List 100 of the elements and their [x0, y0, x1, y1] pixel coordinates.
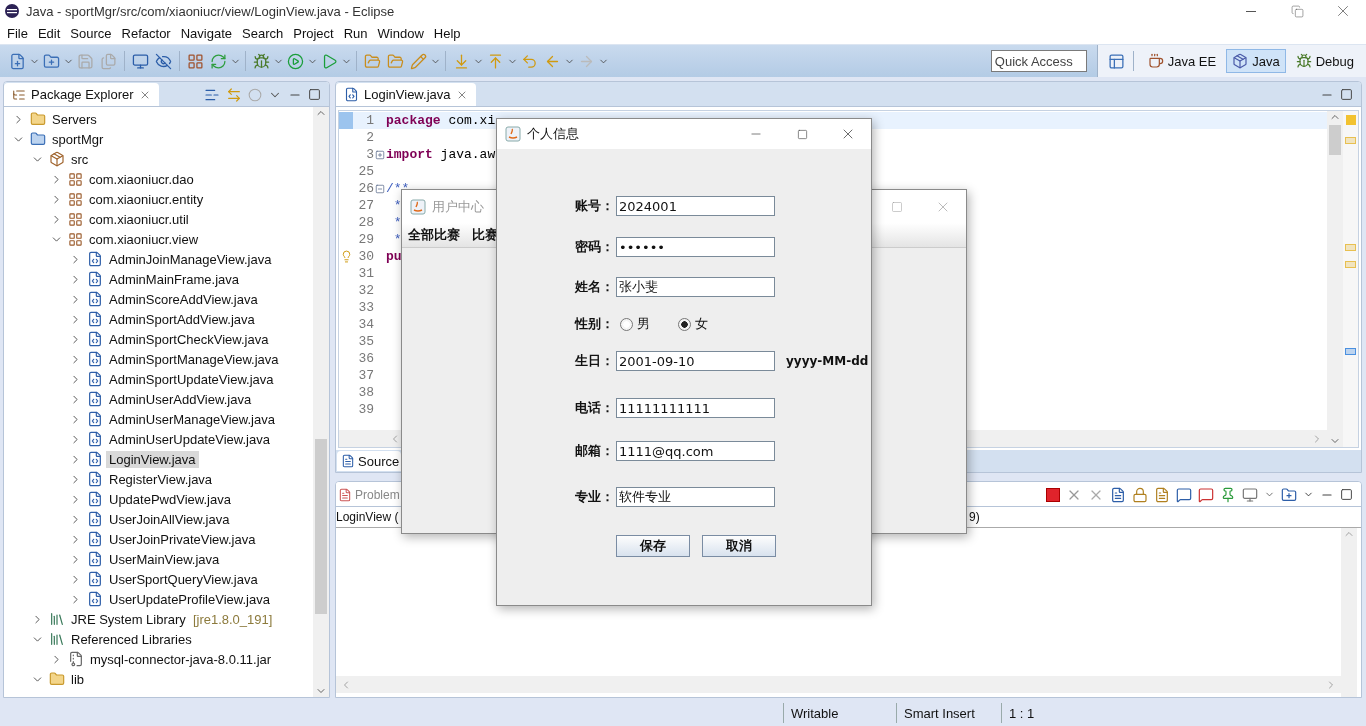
menu-item[interactable]: Search — [237, 25, 289, 41]
tree-item[interactable]: UpdatePwdView.java — [106, 490, 234, 508]
perspective-button[interactable]: Debug — [1289, 49, 1360, 73]
tree-item[interactable]: AdminScoreAddView.java — [106, 290, 261, 308]
tree-item[interactable]: com.xiaoniucr.entity — [86, 190, 207, 208]
text-field[interactable]: 张小斐 — [616, 277, 775, 297]
scrollbar-thumb[interactable] — [315, 439, 327, 614]
radio-icon[interactable] — [620, 317, 633, 331]
collapse-icon[interactable] — [375, 183, 385, 194]
tree-item[interactable]: UserJoinAllView.java — [106, 510, 233, 528]
stop-icon[interactable] — [1046, 487, 1060, 502]
dialog-button[interactable]: 保存 — [616, 535, 690, 557]
code-comment: * — [392, 232, 402, 247]
books-icon — [49, 631, 65, 647]
field-label: 密码： — [574, 238, 614, 256]
maximize-icon[interactable] — [308, 88, 321, 101]
tree-item[interactable]: UserSportQueryView.java — [106, 570, 261, 588]
grid-icon — [68, 171, 83, 187]
tree-item[interactable]: AdminSportUpdateView.java — [106, 370, 277, 388]
tree-item[interactable]: AdminUserManageView.java — [106, 410, 278, 428]
code-file-icon — [87, 391, 103, 407]
menu-item[interactable]: Project — [288, 25, 339, 41]
document-icon[interactable] — [1110, 486, 1126, 503]
menu-item[interactable]: 全部比赛 — [408, 226, 460, 244]
pin-icon[interactable] — [1220, 486, 1236, 503]
menu-item[interactable]: Navigate — [175, 25, 237, 41]
menu-item[interactable]: 比赛 — [472, 226, 498, 244]
code-comment: * — [392, 198, 402, 213]
text-field[interactable]: 1111@qq.com — [616, 441, 775, 461]
maximize-icon[interactable] — [1340, 488, 1353, 501]
tree-item[interactable]: AdminSportCheckView.java — [106, 330, 272, 348]
code-file-icon — [87, 431, 103, 447]
window-title: 用户中心 — [432, 197, 484, 216]
tree-item[interactable]: lib — [68, 670, 87, 688]
text-field[interactable]: 软件专业 — [616, 487, 775, 507]
tree-item[interactable]: AdminSportAddView.java — [106, 310, 258, 328]
editor-tab[interactable]: LoginView.java — [336, 83, 476, 106]
menu-item[interactable]: File — [2, 25, 33, 41]
radio-option[interactable]: 男 — [620, 315, 650, 333]
text-field[interactable]: 2001-09-10 — [616, 351, 775, 371]
tree-item[interactable]: src — [68, 150, 92, 168]
maximize-icon — [891, 200, 903, 213]
tree-item[interactable]: UserMainView.java — [106, 550, 223, 568]
run-icon — [287, 52, 304, 70]
window-title: Java - sportMgr/src/com/xiaoniucr/view/LoginView.java - Eclipse — [26, 3, 396, 19]
tree-item[interactable]: Servers — [49, 110, 100, 128]
text-field[interactable]: 2024001 — [616, 196, 775, 216]
dialog-button[interactable]: 取消 — [702, 535, 776, 557]
menu-item[interactable]: Run — [338, 25, 373, 41]
new-window-icon[interactable] — [1281, 486, 1297, 503]
maximize-icon[interactable] — [1340, 88, 1353, 101]
filter-icon[interactable] — [248, 87, 262, 102]
view-tab[interactable]: Problem — [336, 483, 400, 506]
tree-item[interactable]: AdminUserUpdateView.java — [106, 430, 273, 448]
code-file-icon — [87, 451, 103, 467]
text-field[interactable]: 11111111111 — [616, 398, 775, 418]
tree-item[interactable]: com.xiaoniucr.util — [86, 210, 192, 228]
status-field: Smart Insert — [896, 703, 1001, 723]
open-perspective-icon[interactable] — [1107, 52, 1125, 70]
tab-label: Problem — [355, 487, 400, 502]
tree-item[interactable]: LoginView.java — [106, 450, 199, 468]
tree-item[interactable]: JRE System Library — [68, 610, 189, 628]
tree-item[interactable]: AdminJoinManageView.java — [106, 250, 275, 268]
tree-item[interactable]: sportMgr — [49, 130, 107, 148]
monitor-icon[interactable] — [1242, 486, 1258, 503]
project-folder-icon — [30, 131, 46, 147]
tree-item[interactable]: Referenced Libraries — [68, 630, 195, 648]
tree-item[interactable]: UserUpdateProfileView.java — [106, 590, 273, 608]
editor-bottom-tab[interactable]: Source — [337, 451, 402, 471]
radio-option[interactable]: 女 — [678, 315, 708, 333]
expand-icon[interactable] — [375, 149, 385, 160]
lock-icon[interactable] — [1132, 486, 1148, 503]
tree-item[interactable]: AdminSportManageView.java — [106, 350, 282, 368]
perspective-button[interactable]: Java — [1226, 49, 1286, 73]
tree-item[interactable]: AdminUserAddView.java — [106, 390, 255, 408]
java-icon — [505, 126, 521, 142]
line-number: 37 — [357, 368, 374, 383]
eye-off-icon — [155, 52, 172, 70]
quick-access-field[interactable]: Quick Access — [990, 50, 1087, 72]
link-icon[interactable] — [226, 86, 242, 103]
scrollbar-thumb[interactable] — [1329, 125, 1341, 155]
tree-item[interactable]: AdminMainFrame.java — [106, 270, 243, 288]
tree-item[interactable]: RegisterView.java — [106, 470, 216, 488]
menu-item[interactable]: Source — [65, 25, 117, 41]
perspective-button[interactable]: Java EE — [1141, 49, 1223, 73]
view-tab[interactable]: Package Explorer — [4, 83, 159, 106]
message-icon[interactable] — [1176, 486, 1192, 503]
menu-item[interactable]: Window — [372, 25, 429, 41]
menu-item[interactable]: Edit — [32, 25, 66, 41]
tree-item[interactable]: com.xiaoniucr.view — [86, 230, 202, 248]
text-field[interactable]: •••••• — [616, 237, 775, 257]
code-file-icon — [87, 311, 103, 327]
tree-item[interactable]: UserJoinPrivateView.java — [106, 530, 259, 548]
tree-item[interactable]: mysql-connector-java-8.0.11.jar — [87, 650, 275, 668]
document-icon[interactable] — [1154, 486, 1170, 503]
menu-item[interactable]: Help — [428, 25, 466, 41]
radio-icon[interactable] — [678, 317, 691, 331]
message-icon[interactable] — [1198, 486, 1214, 503]
menu-item[interactable]: Refactor — [116, 25, 176, 41]
tree-item[interactable]: com.xiaoniucr.dao — [86, 170, 197, 188]
